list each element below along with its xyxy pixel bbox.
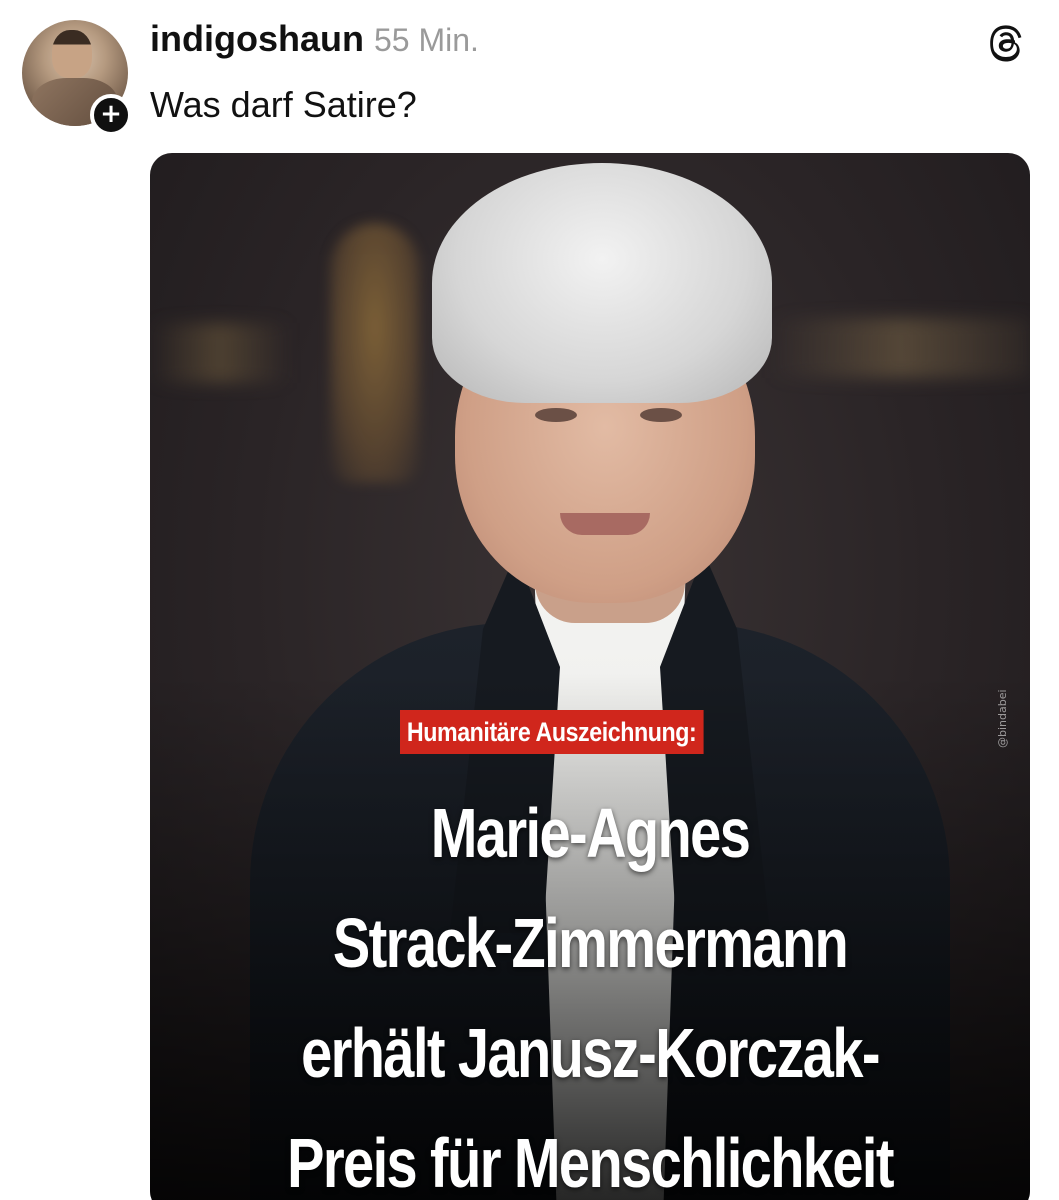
- headline-line: Marie-Agnes: [430, 794, 751, 872]
- thread-post: + indigoshaun 55 Min. Was darf Satire? @b…: [0, 0, 1059, 1200]
- headline-line: Preis für Menschlichkeit: [287, 1124, 894, 1200]
- avatar-head: [52, 30, 92, 78]
- follow-plus-icon[interactable]: +: [90, 94, 132, 136]
- threads-icon[interactable]: [984, 20, 1028, 64]
- username-link[interactable]: indigoshaun: [150, 18, 364, 59]
- figure-hair: [432, 163, 772, 403]
- figure-eye: [535, 408, 577, 422]
- avatar-container[interactable]: +: [22, 20, 132, 136]
- background-trophy: [330, 223, 420, 483]
- image-headline: Marie-Agnes Strack-Zimmermann erhält Jan…: [150, 778, 1030, 1200]
- headline-kicker: Humanitäre Auszeichnung:: [400, 710, 704, 754]
- headline-line: Strack-Zimmermann: [332, 904, 849, 982]
- post-image[interactable]: @bindabei Humanitäre Auszeichnung: Marie…: [150, 153, 1030, 1200]
- figure-eye: [640, 408, 682, 422]
- post-header: indigoshaun 55 Min.: [150, 18, 479, 64]
- headline-line: erhält Janusz-Korczak-: [301, 1014, 880, 1092]
- post-timestamp: 55 Min.: [373, 22, 479, 58]
- figure-mouth: [560, 513, 650, 535]
- image-watermark: @bindabei: [996, 689, 1009, 748]
- background-blur: [770, 318, 1030, 378]
- post-caption: Was darf Satire?: [150, 84, 417, 125]
- background-blur: [150, 323, 290, 383]
